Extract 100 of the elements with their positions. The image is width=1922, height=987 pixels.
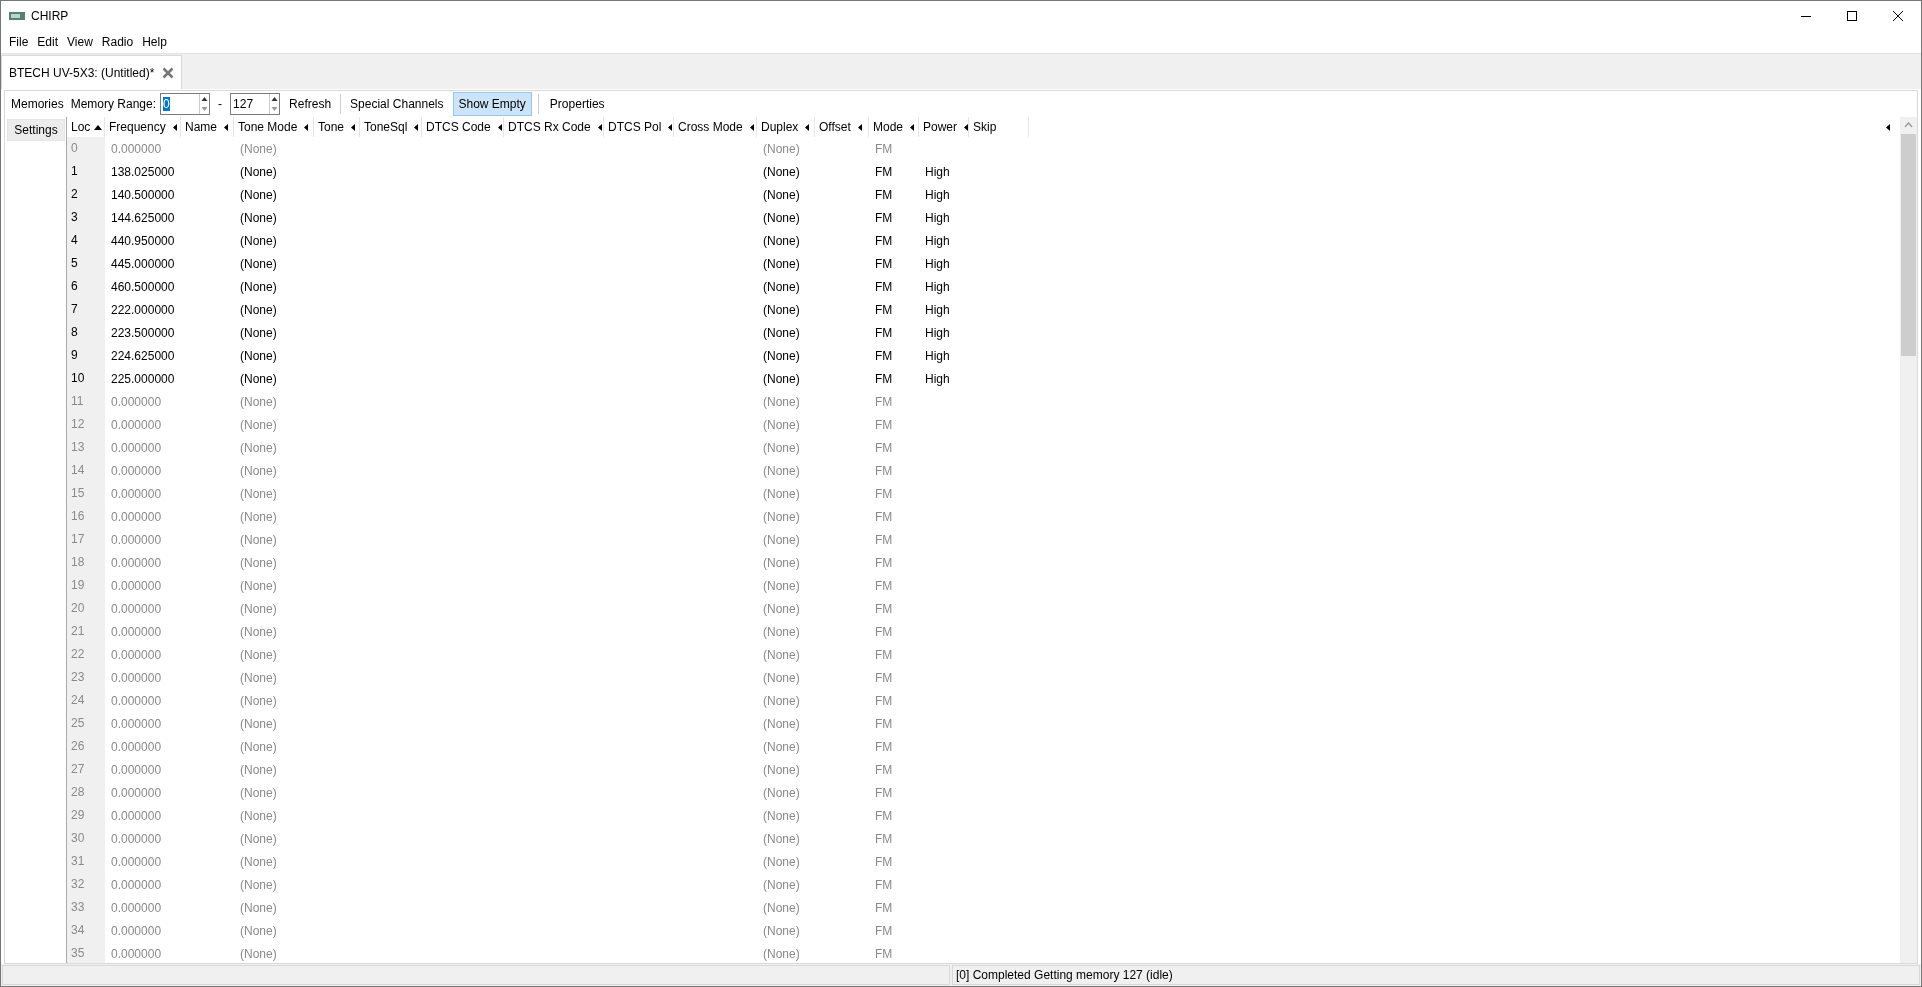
spin-up-icon[interactable] xyxy=(200,94,210,104)
table-cell: High xyxy=(925,187,950,202)
table-cell: (None) xyxy=(763,417,800,432)
table-cell: (None) xyxy=(763,693,800,708)
table-cell: FM xyxy=(875,302,893,317)
collapse-arrow-icon xyxy=(351,123,356,131)
show-empty-toggle[interactable]: Show Empty xyxy=(452,92,532,116)
row-number: 0 xyxy=(67,137,105,160)
table-cell: 0.000000 xyxy=(111,877,162,892)
row-number: 22 xyxy=(67,643,105,666)
table-cell: 0.000000 xyxy=(111,831,162,846)
table-cell: (None) xyxy=(763,233,800,248)
table-cell: 144.625000 xyxy=(111,210,175,225)
table-cell: (None) xyxy=(240,233,277,248)
document-tab[interactable]: BTECH UV-5X3: (Untitled)* xyxy=(1,55,183,89)
table-cell: 0.000000 xyxy=(111,555,162,570)
table-cell: (None) xyxy=(240,302,277,317)
table-cell: (None) xyxy=(240,946,277,961)
table-cell: (None) xyxy=(763,486,800,501)
table-cell: 224.625000 xyxy=(111,348,175,363)
table-cell: (None) xyxy=(240,371,277,386)
table-cell: (None) xyxy=(240,647,277,662)
range-start-field[interactable]: 0 xyxy=(160,93,211,115)
table-cell: FM xyxy=(875,716,893,731)
table-cell: 0.000000 xyxy=(111,808,162,823)
menu-item[interactable]: Edit xyxy=(33,33,63,51)
menu-item[interactable]: Help xyxy=(138,33,171,51)
collapse-arrow-icon xyxy=(668,123,673,131)
spin-up-icon[interactable] xyxy=(270,94,280,104)
properties-button[interactable]: Properties xyxy=(544,93,610,115)
table-cell: (None) xyxy=(240,440,277,455)
column-header[interactable]: DTCS Rx Code xyxy=(504,117,604,137)
table-cell: FM xyxy=(875,371,893,386)
row-number: 13 xyxy=(67,436,105,459)
scrollbar[interactable] xyxy=(1900,117,1917,963)
column-header[interactable]: Power xyxy=(919,117,969,137)
table-cell: 0.000000 xyxy=(111,440,162,455)
collapse-arrow-icon xyxy=(597,123,602,131)
column-header[interactable]: Tone Mode xyxy=(234,117,314,137)
table-cell: High xyxy=(925,279,950,294)
table-cell: 0.000000 xyxy=(111,923,162,938)
table-cell: (None) xyxy=(763,785,800,800)
table-cell: (None) xyxy=(763,624,800,639)
table-cell: 0.000000 xyxy=(111,716,162,731)
collapse-arrow-icon xyxy=(414,123,419,131)
column-header[interactable]: ToneSql xyxy=(360,117,422,137)
table-cell: FM xyxy=(875,900,893,915)
column-header[interactable]: Tone xyxy=(314,117,360,137)
refresh-button[interactable]: Refresh xyxy=(284,93,337,115)
spin-down-icon[interactable] xyxy=(200,104,210,114)
menu-item[interactable]: Radio xyxy=(97,33,138,51)
close-icon xyxy=(1893,11,1903,21)
menu-item[interactable]: View xyxy=(63,33,97,51)
column-header[interactable]: Duplex xyxy=(757,117,815,137)
table-cell: (None) xyxy=(763,739,800,754)
table-cell: 0.000000 xyxy=(111,463,162,478)
column-header[interactable]: Skip xyxy=(969,117,1029,137)
table-cell: 445.000000 xyxy=(111,256,175,271)
table-cell: 0.000000 xyxy=(111,900,162,915)
range-end-field[interactable]: 127 xyxy=(230,93,281,115)
table-cell: 0.000000 xyxy=(111,785,162,800)
table-cell: (None) xyxy=(763,854,800,869)
status-message: [0] Completed Getting memory 127 (idle) xyxy=(956,968,1173,982)
column-header[interactable]: Name xyxy=(181,117,234,137)
table-cell: High xyxy=(925,233,950,248)
table-cell: (None) xyxy=(763,601,800,616)
table-cell: (None) xyxy=(763,647,800,662)
column-header[interactable]: Frequency xyxy=(105,117,181,137)
column-header[interactable]: DTCS Code xyxy=(422,117,504,137)
special-channels-button[interactable]: Special Channels xyxy=(345,93,449,115)
table-cell: FM xyxy=(875,923,893,938)
column-header[interactable]: Offset xyxy=(815,117,869,137)
column-header[interactable]: Cross Mode xyxy=(674,117,757,137)
row-number: 10 xyxy=(67,367,105,390)
column-header[interactable]: DTCS Pol xyxy=(604,117,674,137)
table-cell: (None) xyxy=(763,164,800,179)
table-cell: (None) xyxy=(240,877,277,892)
table-cell: (None) xyxy=(763,555,800,570)
table-cell: FM xyxy=(875,946,893,961)
collapse-arrow-icon xyxy=(224,123,228,131)
side-tab[interactable]: Settings xyxy=(7,119,65,141)
spin-down-icon[interactable] xyxy=(270,104,280,114)
table-cell: (None) xyxy=(763,808,800,823)
row-number: 21 xyxy=(67,620,105,643)
table-cell: (None) xyxy=(240,624,277,639)
close-tab-icon[interactable] xyxy=(162,66,175,79)
table-cell: (None) xyxy=(240,900,277,915)
table-cell: FM xyxy=(875,601,893,616)
table-cell: FM xyxy=(875,256,893,271)
table-cell: 138.025000 xyxy=(111,164,175,179)
table-cell: (None) xyxy=(763,509,800,524)
column-header[interactable]: Mode xyxy=(869,117,919,137)
table-cell: (None) xyxy=(763,279,800,294)
table-cell: (None) xyxy=(240,348,277,363)
scrollbar-thumb[interactable] xyxy=(1901,134,1916,356)
menu-item[interactable]: File xyxy=(5,33,33,51)
table-cell: (None) xyxy=(240,164,277,179)
row-number: 11 xyxy=(67,390,105,413)
table-cell: (None) xyxy=(763,762,800,777)
table-cell: 223.500000 xyxy=(111,325,175,340)
